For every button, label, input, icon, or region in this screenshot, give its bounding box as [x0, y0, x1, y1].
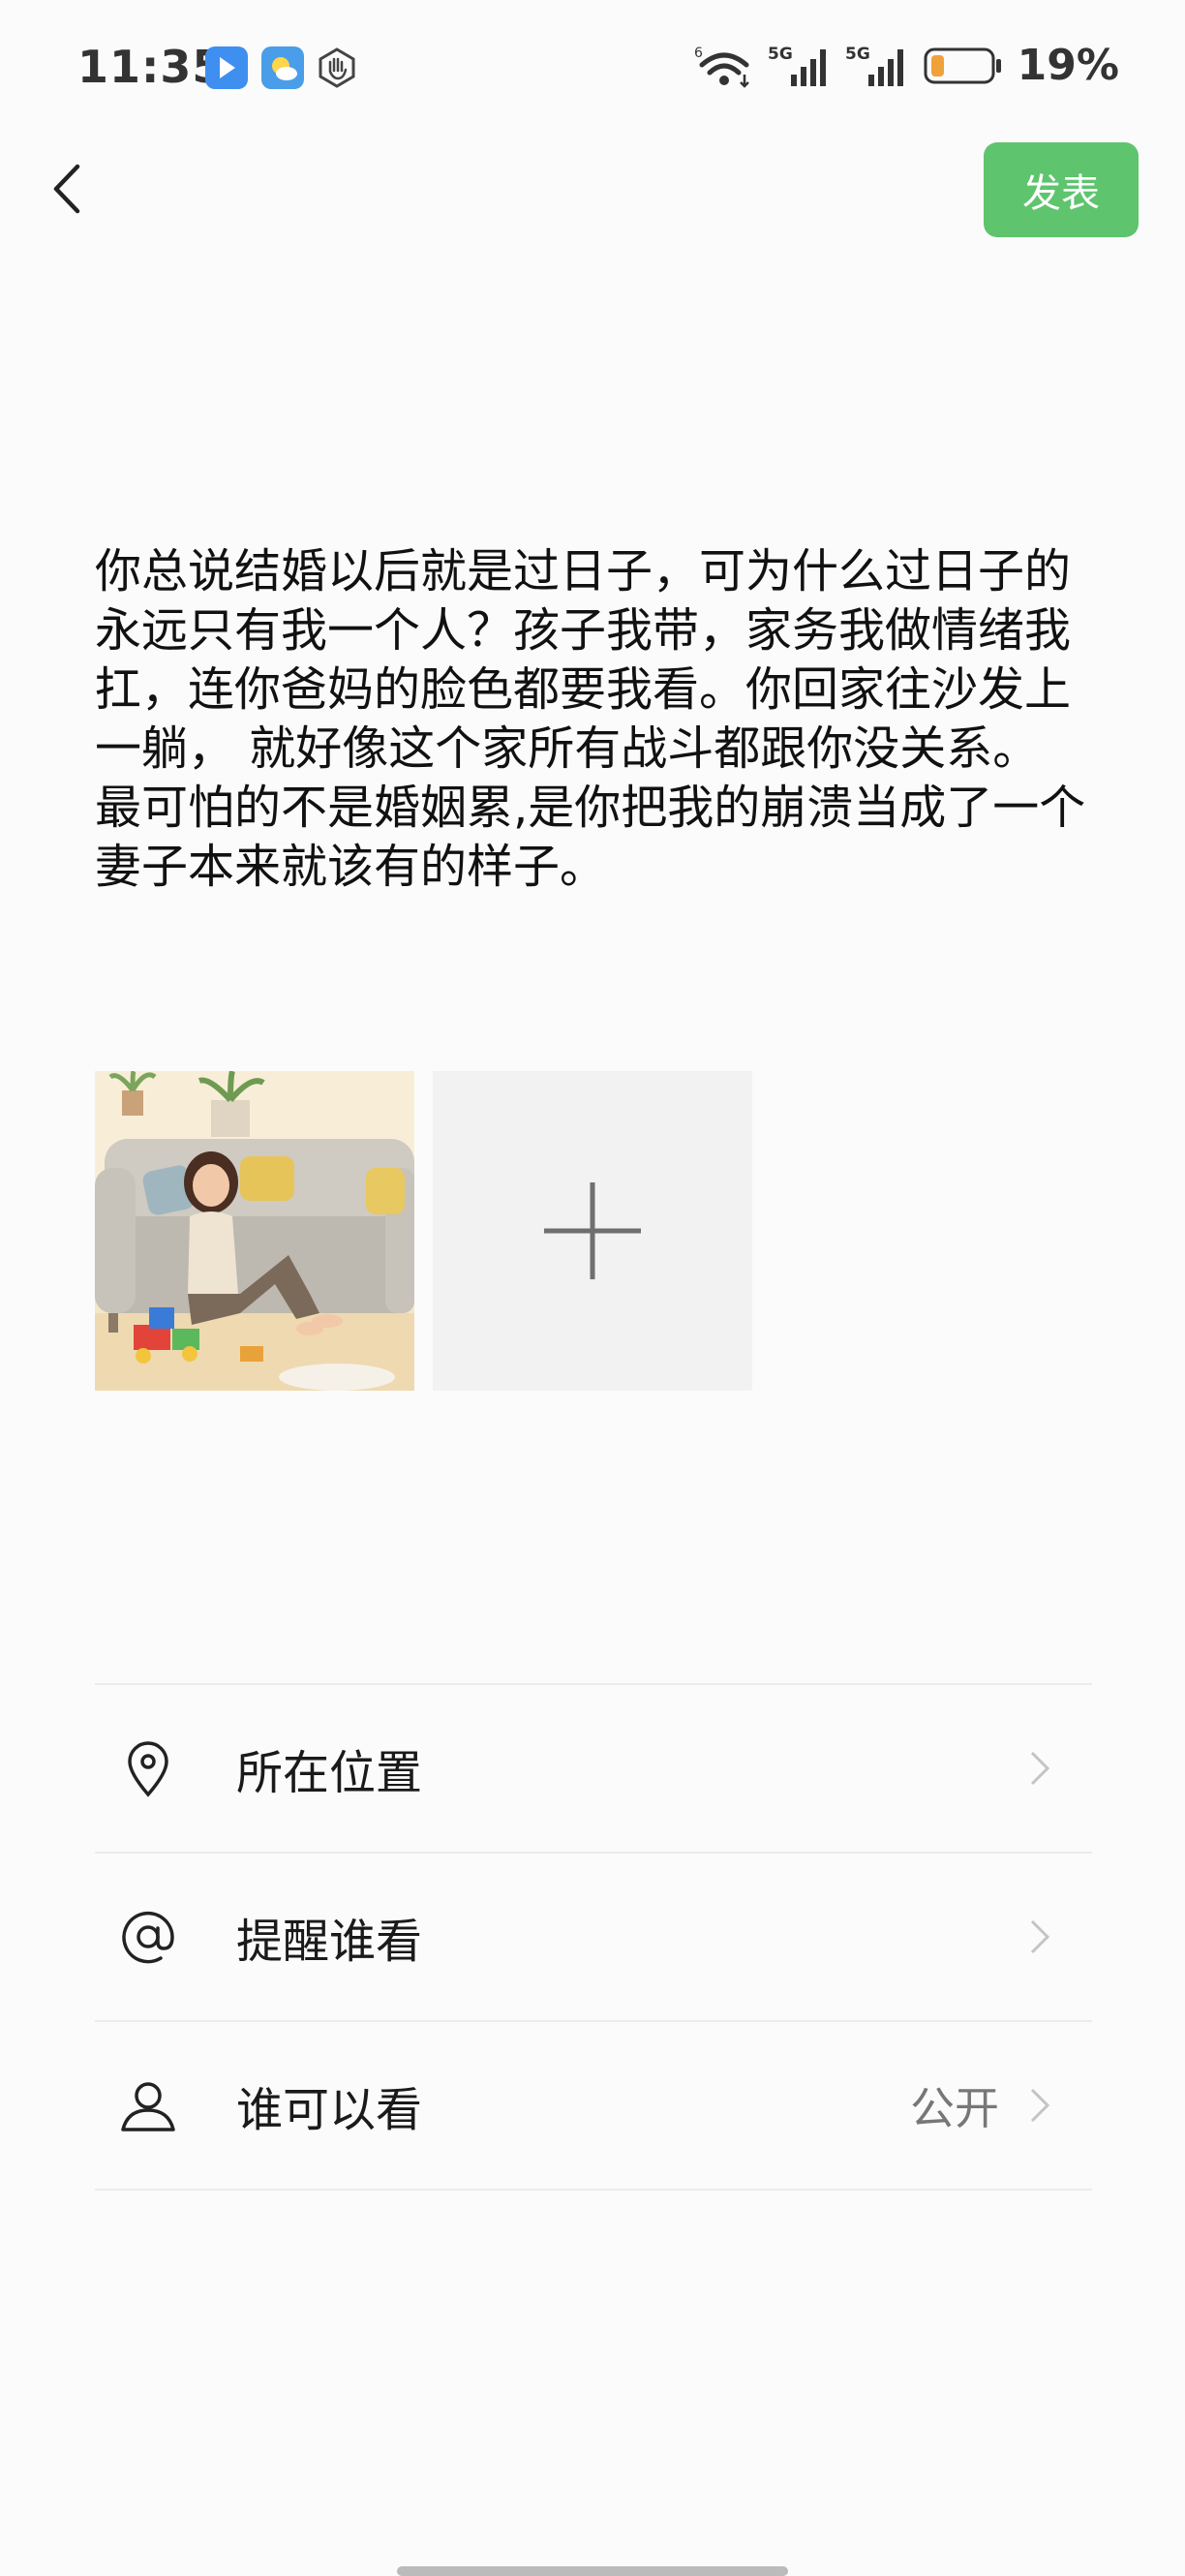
home-indicator[interactable] [397, 2566, 788, 2576]
chevron-right-icon [1030, 1919, 1050, 1954]
chevron-left-icon [53, 164, 80, 214]
app-notification-icon [205, 46, 248, 89]
battery-icon [924, 47, 1001, 83]
option-value: 公开 [910, 2082, 999, 2134]
signal-5g-icon: 5G [768, 45, 826, 86]
battery-percent: 19% [1017, 41, 1119, 90]
person-icon [118, 2075, 178, 2135]
option-label: 所在位置 [236, 1746, 423, 1800]
option-visibility[interactable]: 谁可以看 公开 [95, 2020, 1092, 2191]
status-time: 11:35 [77, 41, 225, 93]
back-button[interactable] [39, 155, 106, 223]
option-label: 谁可以看 [236, 2083, 423, 2137]
option-mention[interactable]: 提醒谁看 [95, 1852, 1092, 2020]
svg-text:5G: 5G [845, 45, 870, 64]
publish-button[interactable]: 发表 [984, 142, 1139, 237]
svg-text:5G: 5G [768, 45, 793, 64]
post-text[interactable]: 你总说结婚以后就是过日子，可为什么过日子的永远只有我一个人？孩子我带，家务我做情… [95, 542, 1092, 897]
chevron-right-icon [1030, 1751, 1050, 1786]
status-bar: 11:35 6 5G 5G 19% [0, 0, 1185, 136]
option-label: 提醒谁看 [236, 1915, 423, 1969]
option-location[interactable]: 所在位置 [95, 1683, 1092, 1852]
gesture-hand-icon [316, 46, 358, 89]
plus-icon [544, 1182, 641, 1279]
svg-text:6: 6 [694, 46, 703, 61]
location-pin-icon [118, 1738, 178, 1798]
wifi-icon: 6 [694, 46, 749, 88]
signal-5g-icon-2: 5G [845, 45, 903, 86]
weather-icon [261, 46, 304, 89]
chevron-right-icon [1030, 2088, 1050, 2123]
at-icon [118, 1907, 178, 1967]
add-photo-button[interactable] [433, 1071, 752, 1391]
status-indicators: 6 5G 5G 19% [694, 41, 1119, 90]
attached-photo-thumbnail[interactable] [95, 1071, 414, 1391]
post-options: 所在位置 提醒谁看 谁可以看 公开 [95, 1683, 1092, 2191]
